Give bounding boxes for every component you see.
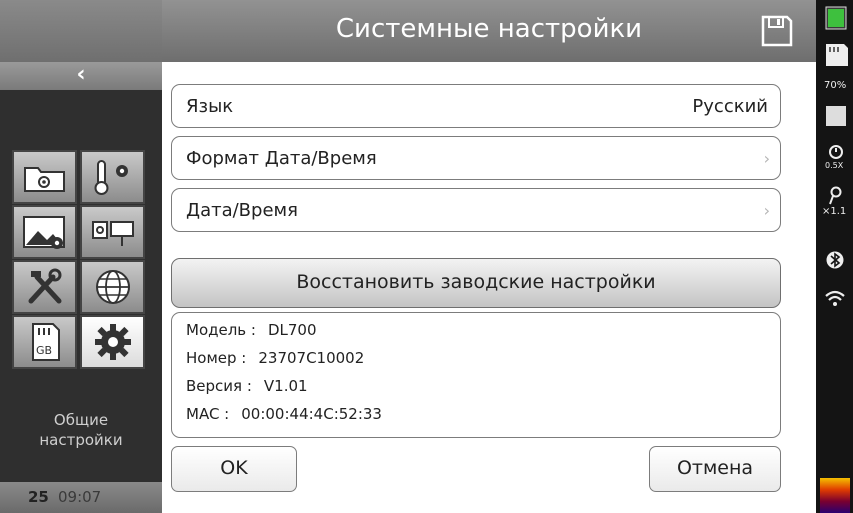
cancel-button[interactable]: Отмена [649, 446, 781, 492]
tools-icon [28, 268, 61, 304]
mac-value: 00:00:44:4C:52:33 [241, 405, 382, 423]
sidebar-item-tools[interactable] [12, 260, 77, 314]
settings-panel: Язык Русский Формат Дата/Время › Дата/Вр… [162, 62, 816, 513]
language-value: Русский [692, 96, 768, 117]
bluetooth-icon [826, 251, 844, 269]
sidebar-label-line2: настройки [39, 431, 123, 449]
wifi-icon [825, 290, 845, 306]
storage-percent: 70% [824, 80, 847, 91]
datetime-format-setting[interactable]: Формат Дата/Время › [171, 136, 781, 180]
battery-icon [825, 6, 847, 30]
color-palette-bar[interactable] [820, 478, 850, 513]
version-value: V1.01 [263, 377, 308, 395]
chevron-right-icon: › [763, 201, 770, 220]
number-line: Номер : 23707C10002 [186, 349, 364, 367]
save-icon [761, 15, 793, 47]
sidebar-item-files[interactable] [12, 150, 77, 204]
chevron-right-icon: › [763, 149, 770, 168]
sd-card-label: GB [36, 344, 52, 357]
language-label: Язык [186, 96, 234, 117]
mac-label: MAC : [186, 405, 230, 423]
model-value: DL700 [267, 321, 317, 339]
sidebar: ‹ GB Общие настройки 25 09:07 [0, 0, 162, 513]
sidebar-item-general-settings[interactable] [80, 315, 145, 369]
ok-button[interactable]: OK [171, 446, 297, 492]
number-value: 23707C10002 [258, 349, 365, 367]
model-label: Модель : [186, 321, 256, 339]
version-line: Версия : V1.01 [186, 377, 308, 395]
header-bar: Системные настройки [162, 0, 816, 62]
page-title: Системные настройки [335, 14, 643, 44]
gear-icon [94, 324, 131, 360]
sidebar-item-temperature[interactable] [80, 150, 145, 204]
sidebar-item-camera[interactable] [80, 205, 145, 259]
status-strip: 70% 0.5X ×1.1 [816, 0, 853, 513]
back-button[interactable]: ‹ [0, 62, 162, 90]
sidebar-item-gallery[interactable] [12, 205, 77, 259]
globe-icon [95, 270, 130, 304]
sd-card-icon: GB [31, 323, 60, 361]
sidebar-label-line1: Общие [53, 411, 109, 429]
thermometer-gear-icon [94, 160, 128, 195]
version-label: Версия : [186, 377, 252, 395]
model-line: Модель : DL700 [186, 321, 317, 339]
device-info-panel: Модель : DL700 Номер : 23707C10002 Версия … [171, 312, 781, 438]
storage-bar-icon [826, 106, 846, 126]
datetime-setting[interactable]: Дата/Время › [171, 188, 781, 232]
camera-settings-icon [91, 221, 134, 246]
mac-line: MAC : 00:00:44:4C:52:33 [186, 405, 382, 423]
datetime-label: Дата/Время [186, 200, 298, 221]
clock-time: 09:07 [58, 488, 102, 506]
factory-reset-button[interactable]: Восстановить заводские настройки [171, 258, 781, 308]
sidebar-item-storage[interactable]: GB [12, 315, 77, 369]
timer-icon [829, 145, 843, 159]
zoom-value: 0.5X [825, 161, 844, 170]
folder-gear-icon [23, 167, 65, 192]
sd-card-status-icon [826, 44, 848, 66]
back-label: ‹ [76, 62, 86, 87]
image-gear-icon [22, 216, 65, 249]
calendar-date: 25 [28, 488, 49, 506]
language-setting[interactable]: Язык Русский [171, 84, 781, 128]
sidebar-top [0, 0, 162, 62]
save-button[interactable] [760, 14, 794, 48]
lens-value: ×1.1 [822, 206, 847, 217]
magnifier-icon [829, 186, 842, 205]
datetime-format-label: Формат Дата/Время [186, 148, 377, 169]
sidebar-section-label: Общие настройки [0, 410, 162, 450]
date-time-display: 25 09:07 [0, 482, 162, 513]
sidebar-item-network[interactable] [80, 260, 145, 314]
number-label: Номер : [186, 349, 247, 367]
